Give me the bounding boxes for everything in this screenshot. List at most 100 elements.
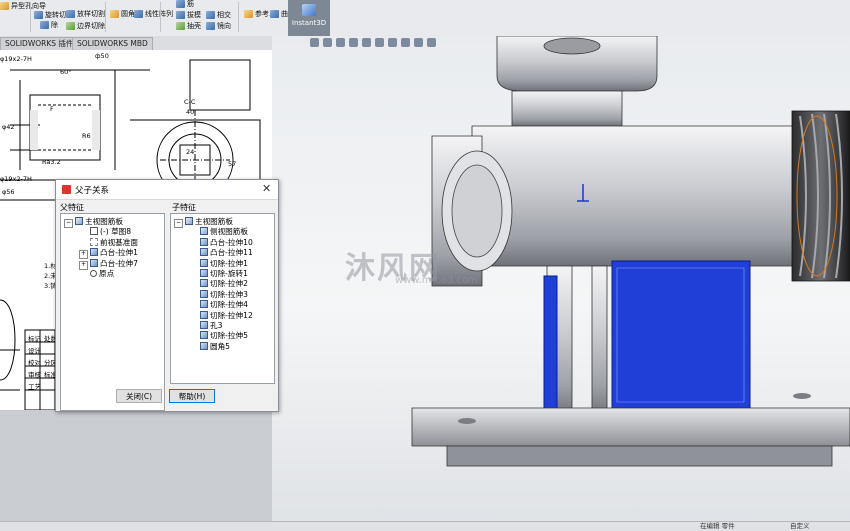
feature-icon bbox=[90, 258, 98, 267]
child-label: 子特征 bbox=[172, 203, 196, 212]
tree-node[interactable]: 切除-拉伸12 bbox=[189, 310, 253, 321]
zoom-area-icon[interactable] bbox=[323, 38, 332, 47]
appearance-icon[interactable] bbox=[401, 38, 410, 47]
ribbon-separator bbox=[238, 2, 239, 32]
feature-icon bbox=[200, 331, 208, 340]
tree-node[interactable]: 圆角5 bbox=[189, 341, 231, 352]
ribbon-item-3[interactable]: 放样切割 bbox=[66, 10, 105, 19]
ribbon-item-6[interactable]: 线性阵列 bbox=[134, 10, 173, 19]
tree-node-label: 侧视图筋板 bbox=[210, 227, 248, 237]
drawing-label: C-C bbox=[184, 98, 196, 106]
child-tree[interactable]: − 主视图筋板 侧视图筋板 凸台-拉伸10 凸台-拉伸11 切除-拉伸1 切除-旋转1 切除-… bbox=[170, 213, 275, 384]
ribbon-command-icon bbox=[66, 10, 75, 18]
tab-solidworks-addins[interactable]: SOLIDWORKS 插件 bbox=[0, 37, 79, 50]
close-icon[interactable]: ✕ bbox=[262, 182, 271, 195]
ribbon-item-9[interactable]: 抽壳 bbox=[176, 22, 201, 31]
tree-node-label: 前视基准面 bbox=[100, 237, 138, 247]
feature-icon bbox=[90, 248, 98, 257]
tree-node-label: 切除-拉伸5 bbox=[210, 331, 248, 341]
view-settings-icon[interactable] bbox=[427, 38, 436, 47]
instant3d-button[interactable]: Instant3D bbox=[288, 0, 330, 36]
ribbon-command-icon bbox=[176, 0, 185, 8]
tree-node-label: (-) 草图8 bbox=[100, 227, 132, 237]
collapse-icon[interactable]: − bbox=[64, 219, 73, 228]
tree-node-label: 切除-旋转1 bbox=[210, 269, 248, 278]
tree-node[interactable]: 切除-拉伸2 bbox=[189, 279, 248, 289]
tree-node[interactable]: 切除-拉伸5 bbox=[189, 331, 248, 341]
display-style-icon[interactable] bbox=[375, 38, 384, 47]
scene-icon[interactable] bbox=[414, 38, 423, 47]
section-view-icon[interactable] bbox=[349, 38, 358, 47]
rib-icon bbox=[75, 217, 83, 225]
drawing-label: φ19x2-7H bbox=[0, 55, 32, 63]
help-button[interactable]: 帮助(H) bbox=[169, 389, 215, 403]
parent-tree[interactable]: − 主视图筋板 (-) 草图8 前视基准面 + 凸台-拉伸1 + 凸台-拉伸7 原点 bbox=[60, 213, 165, 411]
ribbon-command-icon bbox=[244, 10, 253, 18]
tree-node[interactable]: 原点 bbox=[79, 269, 114, 279]
tree-node[interactable]: 凸台-拉伸11 bbox=[189, 248, 253, 258]
ribbon-item-5[interactable]: 圆角 bbox=[110, 10, 135, 19]
drawing-label: 工艺 bbox=[28, 383, 41, 391]
ribbon-item-10[interactable]: 相交 bbox=[206, 11, 231, 20]
feature-icon bbox=[200, 258, 208, 267]
heads-up-view-toolbar bbox=[310, 38, 440, 50]
ribbon-item-4[interactable]: 边界切除 bbox=[66, 22, 105, 31]
ribbon-separator bbox=[30, 2, 31, 32]
dialog-title: 父子关系 bbox=[75, 186, 110, 196]
parent-child-dialog: 父子关系 ✕ 父特征 子特征 − 主视图筋板 (-) 草图8 前视基准面 + 凸台-拉伸1… bbox=[55, 179, 279, 412]
tree-node[interactable]: + 凸台-拉伸7 bbox=[79, 258, 138, 270]
command-ribbon: 异型孔向导旋转切除放样切割边界切除圆角线性阵列筋拔模抽壳相交镜向参考...曲线 bbox=[0, 0, 850, 37]
ribbon-command-icon bbox=[176, 22, 185, 30]
drawing-label: Ra3.2 bbox=[42, 158, 61, 166]
ribbon-command-icon bbox=[134, 10, 143, 18]
hole-icon bbox=[200, 321, 208, 329]
command-manager-tabs: SOLIDWORKS 插件 SOLIDWORKS MBD bbox=[0, 36, 300, 51]
ribbon-command-icon bbox=[176, 11, 185, 19]
ribbon-item-1[interactable]: 旋转切 bbox=[34, 11, 66, 20]
view-orientation-icon[interactable] bbox=[362, 38, 371, 47]
previous-view-icon[interactable] bbox=[336, 38, 345, 47]
drawing-label: φ56 bbox=[2, 188, 15, 196]
tree-node[interactable]: 切除-旋转1 bbox=[189, 269, 248, 279]
ribbon-item-7[interactable]: 筋 bbox=[176, 0, 194, 9]
ribbon-item-2[interactable]: 除 bbox=[40, 21, 58, 30]
selected-rib-side bbox=[543, 275, 558, 412]
drawing-label: 审核 bbox=[28, 371, 41, 379]
ribbon-command-icon bbox=[40, 21, 49, 29]
tree-node[interactable]: 切除-拉伸4 bbox=[189, 300, 248, 310]
drawing-label: φ19x2-7H bbox=[0, 175, 32, 183]
drawing-label: 设计 bbox=[28, 347, 41, 355]
feature-icon bbox=[200, 289, 208, 298]
ribbon-item-11[interactable]: 镜向 bbox=[206, 22, 231, 31]
hide-show-icon[interactable] bbox=[388, 38, 397, 47]
tree-node[interactable]: 孔3 bbox=[189, 321, 222, 331]
ribbon-item-8[interactable]: 拔模 bbox=[176, 11, 201, 20]
ribbon-command-icon bbox=[270, 10, 279, 18]
tree-node[interactable]: 切除-拉伸1 bbox=[189, 258, 248, 269]
tree-node[interactable]: 切除-拉伸3 bbox=[189, 289, 248, 300]
tree-node-label: 孔3 bbox=[210, 321, 223, 330]
watermark: 沐风网 www.mfcad.com bbox=[345, 243, 478, 287]
watermark-sub: www.mfcad.com bbox=[395, 275, 478, 286]
tree-node[interactable]: (-) 草图8 bbox=[79, 227, 131, 237]
ribbon-command-icon bbox=[206, 22, 215, 30]
drawing-label: 60° bbox=[60, 68, 72, 76]
collapse-icon[interactable]: − bbox=[174, 219, 183, 228]
feature-icon bbox=[200, 279, 208, 288]
ribbon-item-0[interactable]: 异型孔向导 bbox=[0, 2, 46, 11]
tree-node[interactable]: 凸台-拉伸10 bbox=[189, 237, 253, 248]
ribbon-command-icon bbox=[110, 10, 119, 18]
tree-node[interactable]: + 凸台-拉伸1 bbox=[79, 248, 138, 260]
ribbon-separator bbox=[105, 2, 106, 32]
selected-rib bbox=[611, 260, 751, 409]
tree-node-label: 圆角5 bbox=[210, 341, 231, 351]
feature-icon bbox=[200, 300, 208, 309]
close-button[interactable]: 关闭(C) bbox=[116, 389, 162, 403]
zoom-fit-icon[interactable] bbox=[310, 38, 319, 47]
instant3d-icon bbox=[302, 4, 316, 16]
tab-solidworks-mbd[interactable]: SOLIDWORKS MBD bbox=[72, 37, 153, 50]
drawing-label: ф50 bbox=[95, 52, 109, 60]
feature-icon bbox=[200, 237, 208, 246]
tree-node[interactable]: 侧视图筋板 bbox=[189, 227, 248, 237]
tree-node[interactable]: 前视基准面 bbox=[79, 237, 138, 248]
